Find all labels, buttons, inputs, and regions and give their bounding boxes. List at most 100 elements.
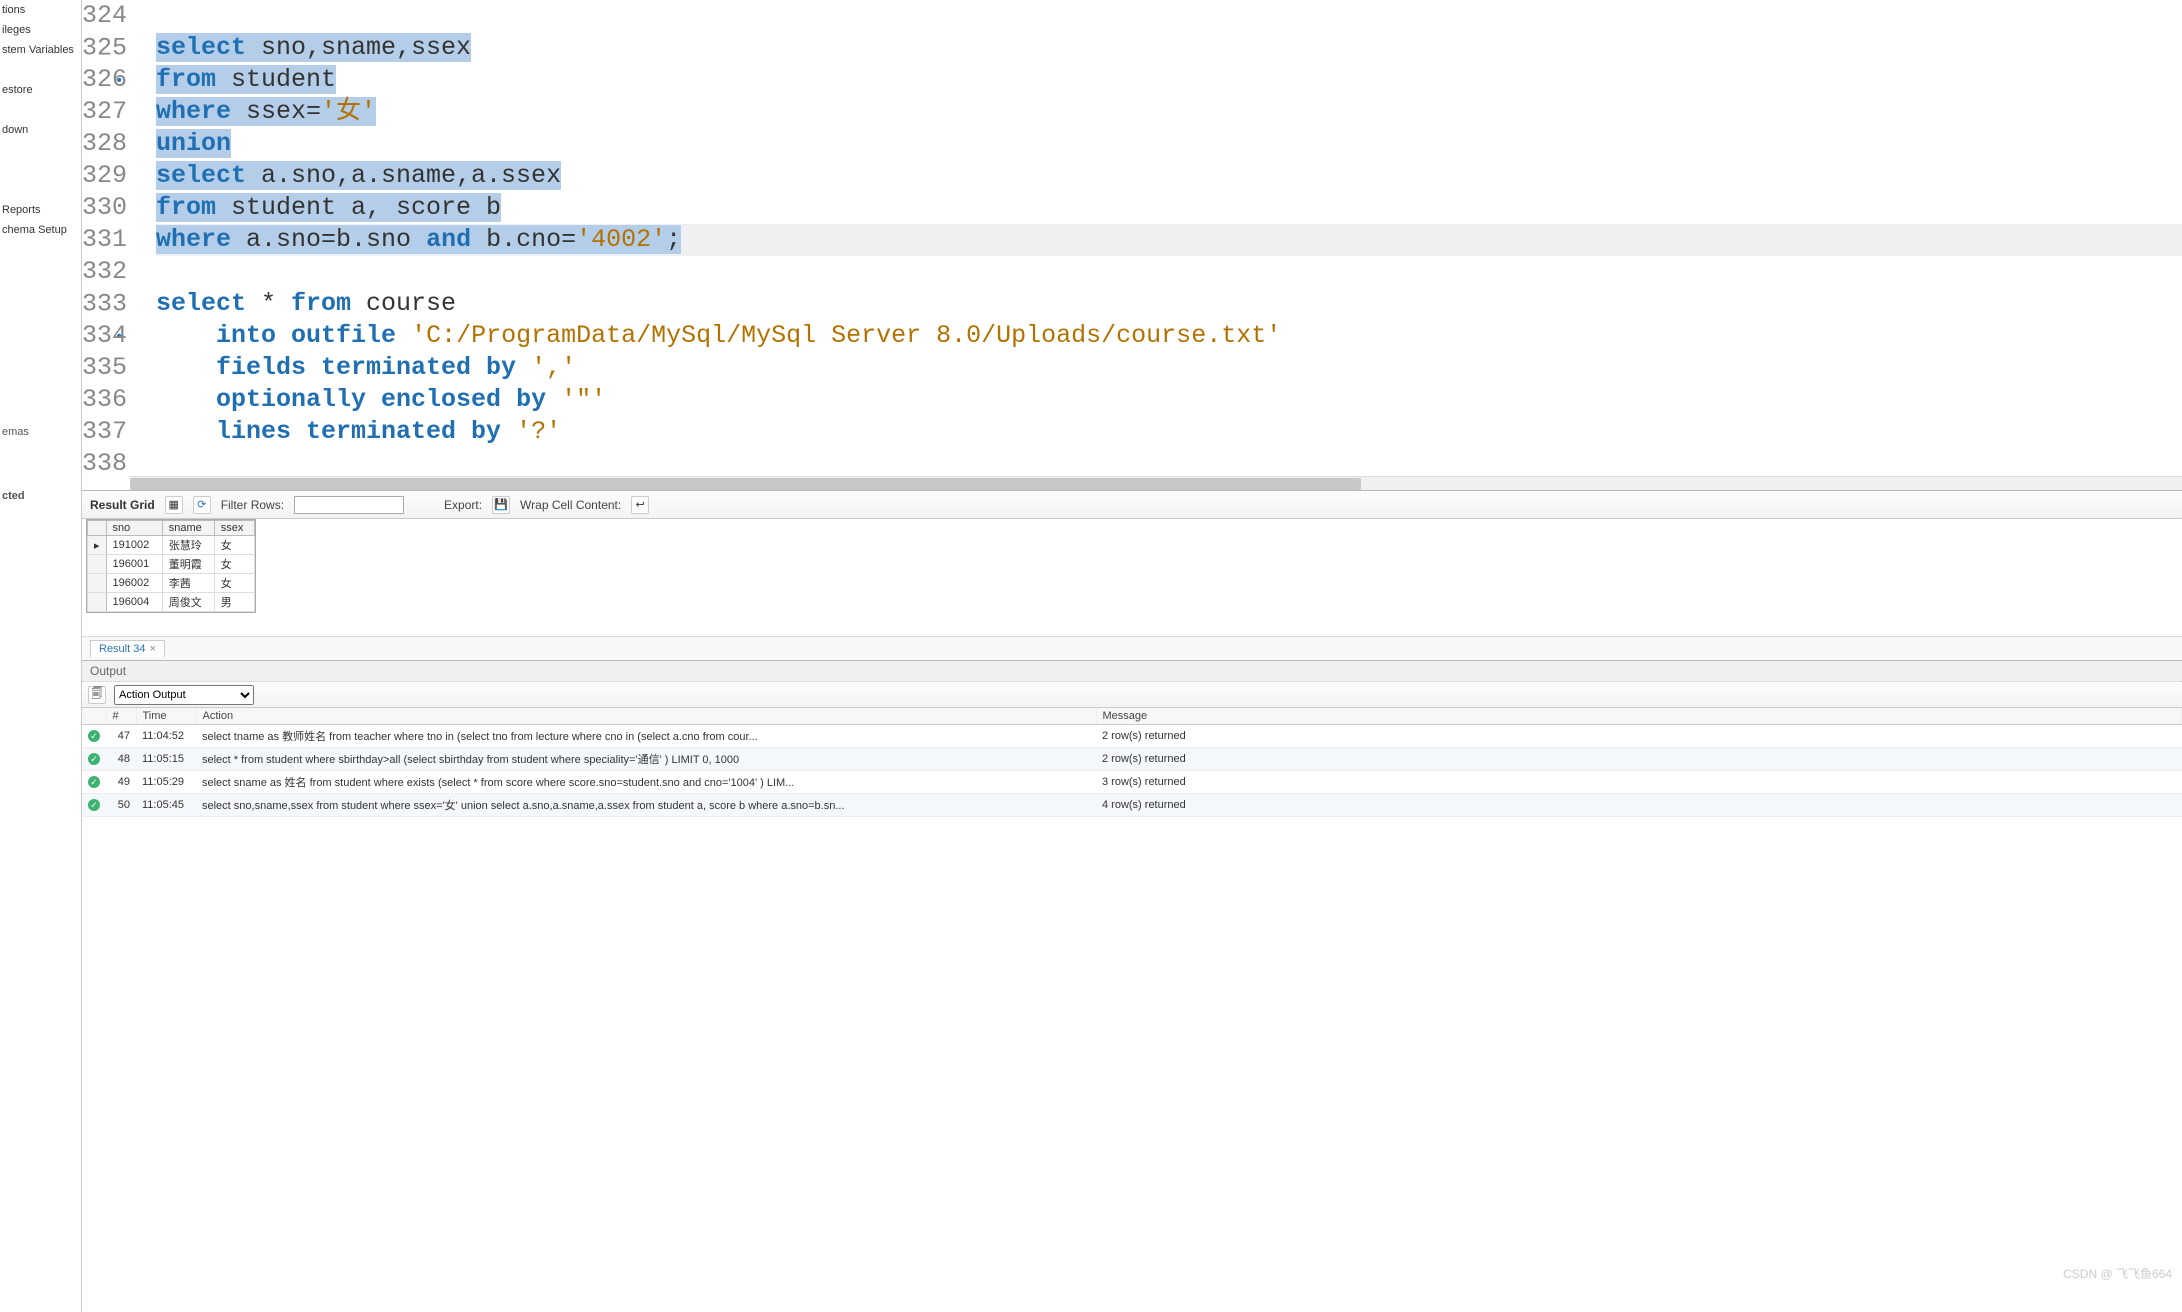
table-row[interactable]: 196001董明霞女 xyxy=(88,555,255,574)
grid-column-header[interactable]: sno xyxy=(106,521,162,536)
output-row-number: 49 xyxy=(106,771,136,794)
sidebar-item[interactable]: chema Setup xyxy=(0,220,81,240)
output-time: 11:05:29 xyxy=(136,771,196,794)
line-number: 334 xyxy=(82,320,130,352)
output-row[interactable]: ✓4711:04:52select tname as 教师姓名 from tea… xyxy=(82,725,2182,748)
code-line[interactable]: from student xyxy=(156,64,2182,96)
output-row-number: 50 xyxy=(106,794,136,817)
output-row[interactable]: ✓ 5011:05:45select sno,sname,ssex from st… xyxy=(82,794,2182,817)
code-line[interactable]: lines terminated by '?' xyxy=(156,416,2182,448)
code-line[interactable]: optionally enclosed by '"' xyxy=(156,384,2182,416)
line-number: 325 xyxy=(82,32,130,64)
code-line[interactable]: select sno,sname,ssex xyxy=(156,32,2182,64)
code-area[interactable]: select sno,sname,ssexfrom studentwhere s… xyxy=(156,0,2182,480)
action-output-table[interactable]: # Time Action Message ✓4711:04:52select … xyxy=(82,708,2182,1312)
grid-cell[interactable]: 196004 xyxy=(106,593,162,612)
output-type-select[interactable]: Action Output xyxy=(114,685,254,705)
app-root: tions ileges stem Variables estore down … xyxy=(0,0,2182,1312)
line-number: 335 xyxy=(82,352,130,384)
code-line[interactable]: select * from course xyxy=(156,288,2182,320)
line-number: 330 xyxy=(82,192,130,224)
close-icon[interactable]: × xyxy=(149,643,155,655)
line-number: 338 xyxy=(82,448,130,480)
code-line[interactable] xyxy=(156,0,2182,32)
row-header[interactable] xyxy=(88,555,107,574)
line-number: 327 xyxy=(82,96,130,128)
filter-rows-input[interactable] xyxy=(294,496,404,514)
grid-cell[interactable]: 张慧玲 xyxy=(162,536,214,555)
scrollbar-thumb[interactable] xyxy=(130,478,1361,490)
output-history-icon[interactable]: 🗐 xyxy=(88,686,106,704)
sidebar-item[interactable]: ileges xyxy=(0,20,81,40)
export-label: Export: xyxy=(444,498,482,512)
line-number: 329 xyxy=(82,160,130,192)
output-message: 2 row(s) returned xyxy=(1096,748,2182,771)
navigator-sidebar: tions ileges stem Variables estore down … xyxy=(0,0,82,1312)
sidebar-item[interactable]: Reports xyxy=(0,200,81,220)
export-icon[interactable]: 💾 xyxy=(492,496,510,514)
result-tab-label: Result 34 xyxy=(99,643,145,655)
line-number: 332 xyxy=(82,256,130,288)
result-grid[interactable]: snosnamessex ▸191002张慧玲女196001董明霞女196002… xyxy=(86,519,256,613)
sidebar-item[interactable]: estore xyxy=(0,80,81,100)
sidebar-selected-label: cted xyxy=(0,484,81,508)
result-tab-bar: Result 34 × xyxy=(82,636,2182,660)
line-number: 328 xyxy=(82,128,130,160)
sidebar-item[interactable]: tions xyxy=(0,0,81,20)
code-line[interactable]: from student a, score b xyxy=(156,192,2182,224)
table-row[interactable]: 196004周俊文男 xyxy=(88,593,255,612)
sidebar-item[interactable]: down xyxy=(0,120,81,140)
line-number-gutter: 3243253263273283293303313323333343353363… xyxy=(82,0,130,480)
grid-cell[interactable]: 周俊文 xyxy=(162,593,214,612)
grid-cell[interactable]: 女 xyxy=(214,536,254,555)
code-line[interactable]: select a.sno,a.sname,a.ssex xyxy=(156,160,2182,192)
wrap-cell-icon[interactable]: ↩ xyxy=(631,496,649,514)
output-row[interactable]: ✓4811:05:15select * from student where s… xyxy=(82,748,2182,771)
grid-view-icon[interactable]: ▦ xyxy=(165,496,183,514)
sql-editor[interactable]: 3243253263273283293303313323333343353363… xyxy=(82,0,2182,490)
status-success-icon: ✓ xyxy=(88,776,100,788)
output-message: 4 row(s) returned xyxy=(1096,794,2182,817)
grid-cell[interactable]: 李茜 xyxy=(162,574,214,593)
line-number: 326 xyxy=(82,64,130,96)
grid-cell[interactable]: 男 xyxy=(214,593,254,612)
line-number: 337 xyxy=(82,416,130,448)
sidebar-schemas-label[interactable]: emas xyxy=(0,420,81,444)
row-header[interactable]: ▸ xyxy=(88,536,107,555)
code-line[interactable]: fields terminated by ',' xyxy=(156,352,2182,384)
code-line[interactable]: into outfile 'C:/ProgramData/MySql/MySql… xyxy=(156,320,2182,352)
output-panel: Output 🗐 Action Output # Time Action M xyxy=(82,660,2182,1312)
code-line[interactable]: where a.sno=b.sno and b.cno='4002'; xyxy=(156,224,2182,256)
row-header[interactable] xyxy=(88,593,107,612)
output-time: 11:04:52 xyxy=(136,725,196,748)
table-row[interactable]: ▸191002张慧玲女 xyxy=(88,536,255,555)
grid-cell[interactable]: 女 xyxy=(214,574,254,593)
grid-cell[interactable]: 191002 xyxy=(106,536,162,555)
grid-cell[interactable]: 196002 xyxy=(106,574,162,593)
grid-column-header[interactable]: sname xyxy=(162,521,214,536)
grid-column-header[interactable]: ssex xyxy=(214,521,254,536)
output-time: 11:05:45 xyxy=(136,794,196,817)
row-header[interactable] xyxy=(88,574,107,593)
sidebar-group-4: Reports chema Setup xyxy=(0,200,81,240)
grid-cell[interactable]: 董明霞 xyxy=(162,555,214,574)
code-line[interactable] xyxy=(156,256,2182,288)
sidebar-item[interactable]: stem Variables xyxy=(0,40,81,60)
result-grid-label: Result Grid xyxy=(90,498,155,512)
code-line[interactable]: where ssex='女' xyxy=(156,96,2182,128)
output-action-text: select sno,sname,ssex from student where… xyxy=(196,794,1096,817)
results-toolbar: Result Grid ▦ ⟳ Filter Rows: Export: 💾 W… xyxy=(82,491,2182,519)
main-pane: 3243253263273283293303313323333343353363… xyxy=(82,0,2182,1312)
line-number: 336 xyxy=(82,384,130,416)
code-line[interactable]: union xyxy=(156,128,2182,160)
grid-cell[interactable]: 女 xyxy=(214,555,254,574)
output-message: 3 row(s) returned xyxy=(1096,771,2182,794)
grid-cell[interactable]: 196001 xyxy=(106,555,162,574)
refresh-icon[interactable]: ⟳ xyxy=(193,496,211,514)
editor-horizontal-scrollbar[interactable] xyxy=(130,476,2182,490)
line-number: 333 xyxy=(82,288,130,320)
status-success-icon: ✓ xyxy=(88,799,100,811)
table-row[interactable]: 196002李茜女 xyxy=(88,574,255,593)
output-row[interactable]: ✓4911:05:29select sname as 姓名 from stude… xyxy=(82,771,2182,794)
result-tab[interactable]: Result 34 × xyxy=(90,640,165,657)
